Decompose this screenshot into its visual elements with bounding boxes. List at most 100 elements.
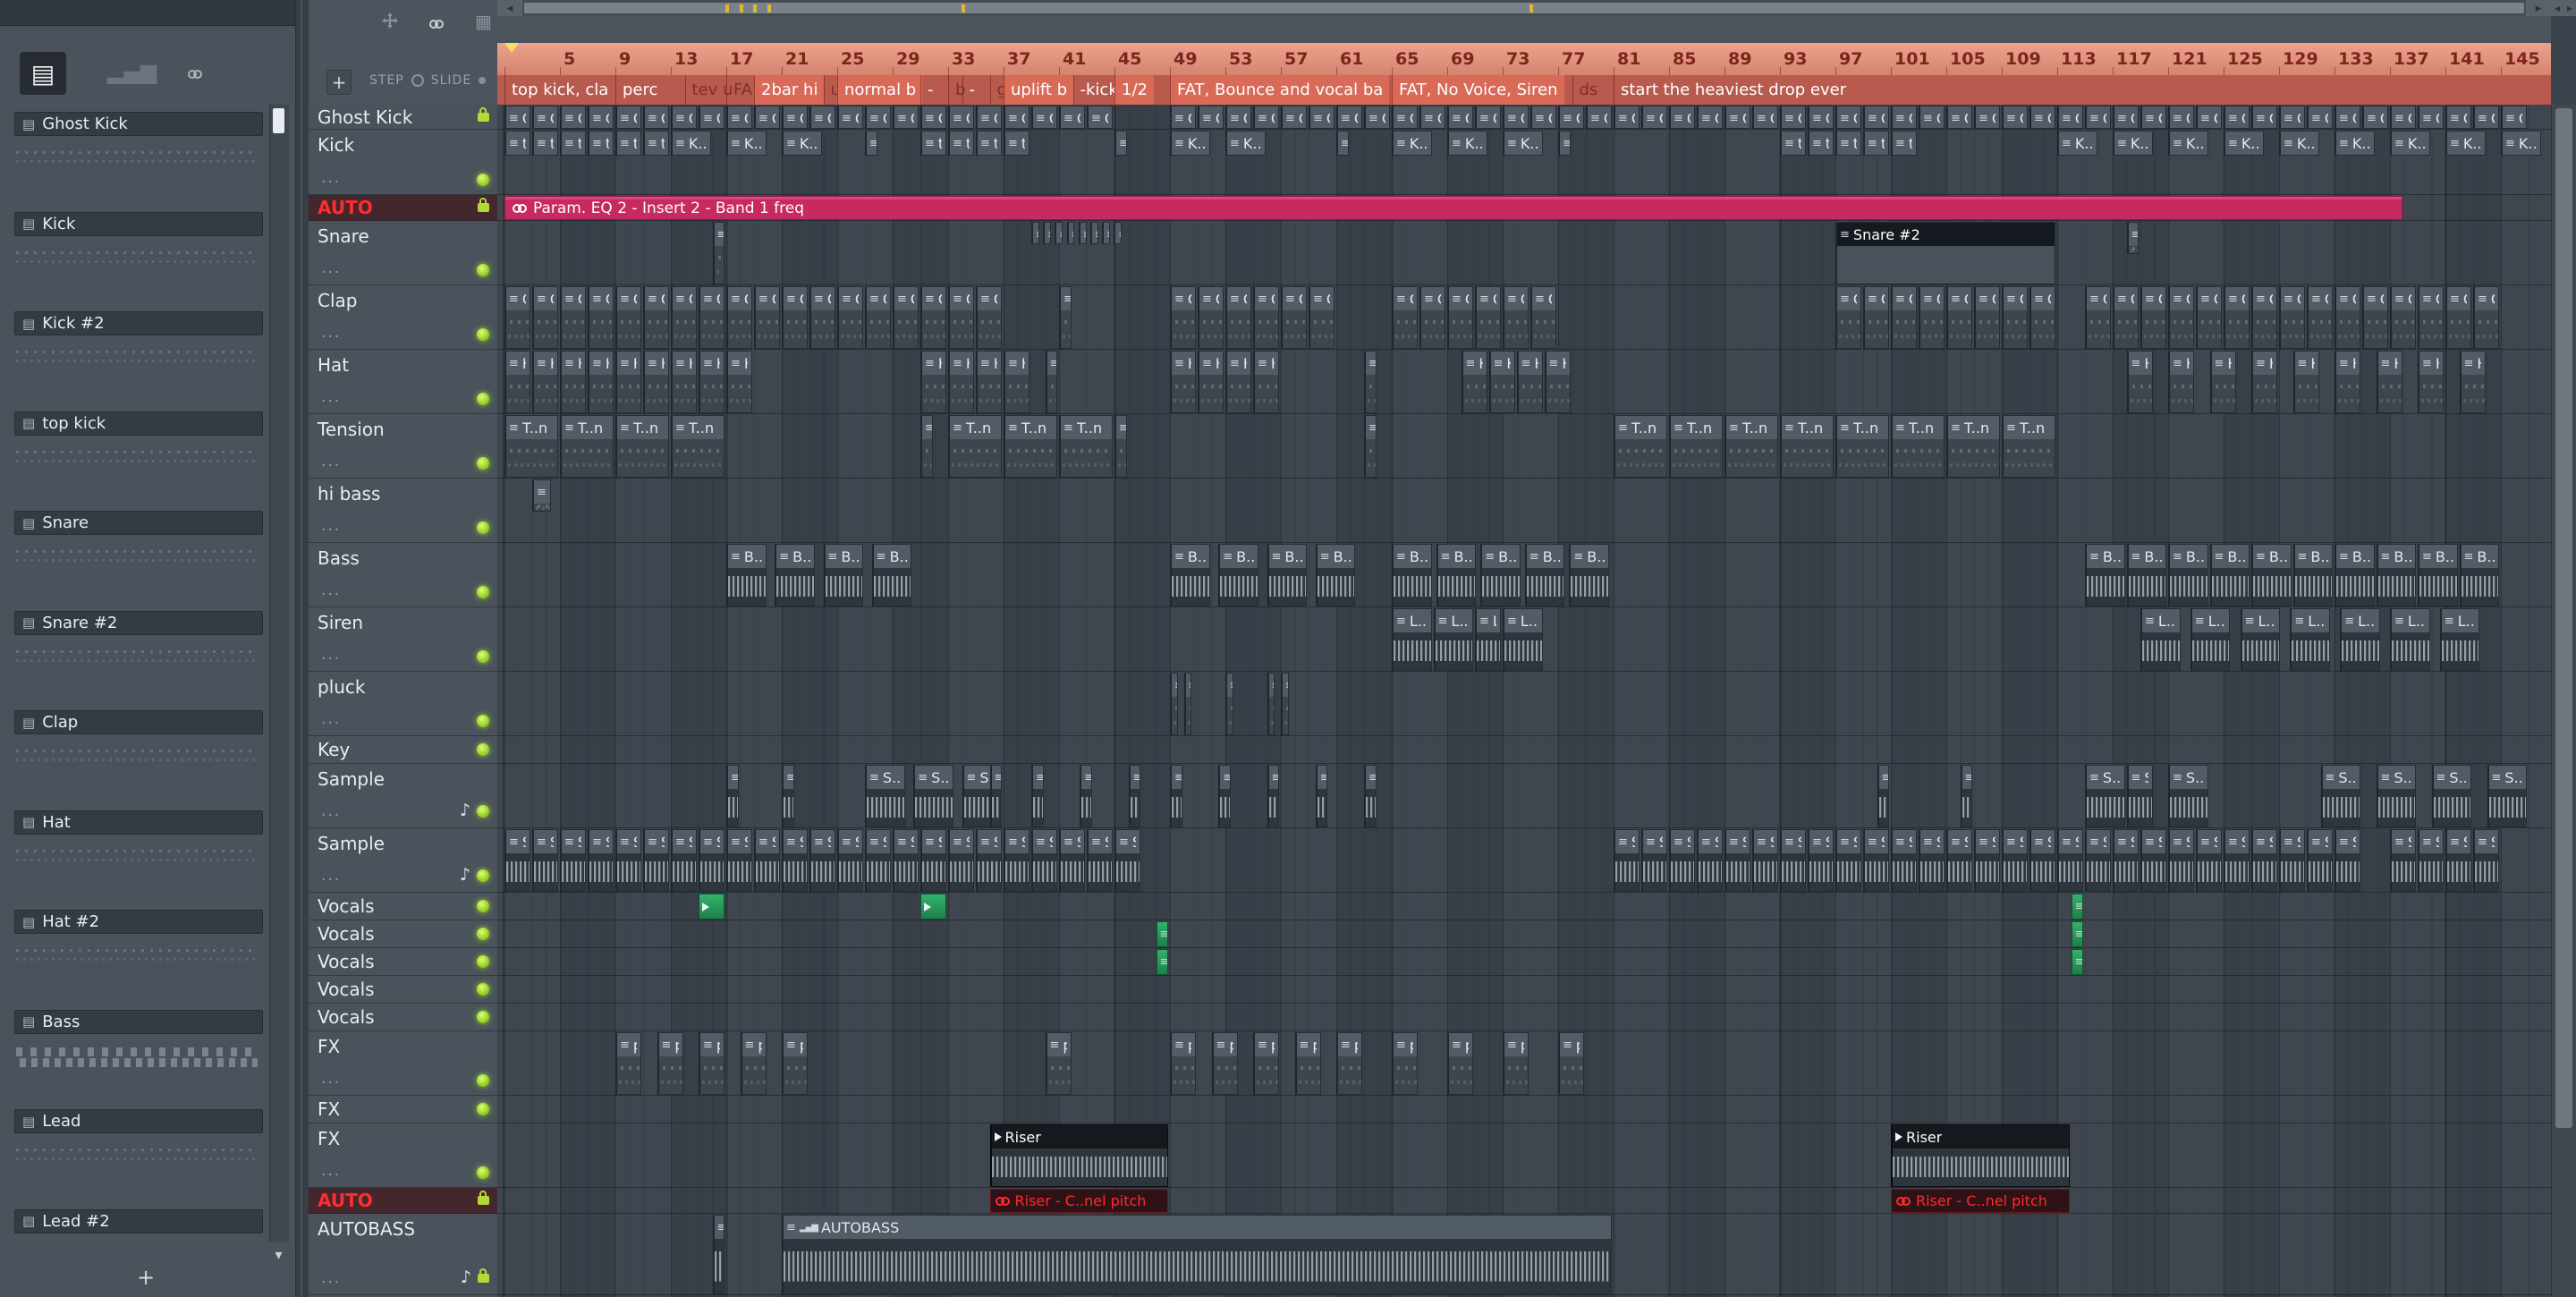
pattern-clip[interactable]: ≡	[1031, 222, 1039, 244]
audio-clip[interactable]: ≡	[712, 1215, 724, 1294]
audio-clip[interactable]: ≡S..e	[865, 829, 891, 892]
track-enable-led[interactable]	[477, 650, 489, 663]
audio-clip[interactable]: ≡B..s	[871, 544, 912, 606]
pattern-clip[interactable]: ≡p..c	[740, 1032, 767, 1095]
picker-item-ghost-kick[interactable]: ▤ Ghost Kick	[14, 112, 263, 136]
audio-clip[interactable]: ≡S..e	[1863, 829, 1889, 892]
picker-item-hat[interactable]: ▤ Hat	[14, 810, 263, 835]
pattern-clip[interactable]: ≡G..	[532, 106, 558, 129]
pattern-clip[interactable]: ≡	[1183, 673, 1192, 735]
pattern-clip[interactable]: ≡ K..	[2113, 131, 2153, 156]
pattern-clip[interactable]: ≡G..	[1835, 106, 1861, 129]
pattern-clip[interactable]: ≡G..	[699, 106, 724, 129]
pattern-clip[interactable]: ≡ T..n	[2002, 415, 2055, 478]
pattern-clip[interactable]: ≡ K..	[1170, 131, 1210, 156]
audio-clip[interactable]: ≡B..s	[2251, 544, 2292, 606]
track-enable-led[interactable]	[477, 1011, 489, 1023]
pattern-clip[interactable]: ≡G..	[1891, 106, 1917, 129]
audio-clip[interactable]: ≡B..s	[1524, 544, 1565, 606]
pattern-clip[interactable]: ≡C..p	[2390, 286, 2416, 349]
song-marker[interactable]: uplift b	[1004, 75, 1074, 105]
pattern-clip[interactable]: ≡C..p	[643, 286, 669, 349]
audio-clip[interactable]: ≡	[1960, 765, 1972, 827]
audio-clip[interactable]: ≡	[1128, 765, 1140, 827]
pattern-clip[interactable]: ≡p..c	[1045, 1032, 1072, 1095]
audio-clip[interactable]	[920, 894, 946, 920]
lock-icon[interactable]	[478, 1191, 489, 1205]
link-icon[interactable]	[429, 15, 444, 32]
song-marker[interactable]: FAT, No Voice, Siren	[1392, 75, 1564, 105]
audio-clip[interactable]: ≡S..e	[1697, 829, 1723, 892]
audio-clip[interactable]: ≡S..e	[2279, 829, 2305, 892]
pattern-clip[interactable]: ≡ K..	[1503, 131, 1543, 156]
pattern-clip[interactable]: ≡G..	[2501, 106, 2527, 129]
pattern-clip[interactable]: ≡t..k	[976, 131, 1002, 156]
pattern-clip[interactable]: ≡t..k	[1835, 131, 1861, 156]
pattern-clip[interactable]: ≡C..p	[837, 286, 863, 349]
pattern-clip[interactable]: ≡G..	[1586, 106, 1612, 129]
pattern-clip[interactable]: ≡G..	[1919, 106, 1945, 129]
pattern-clip[interactable]: ≡p..c	[1211, 1032, 1238, 1095]
audio-clip[interactable]: ≡B..s	[2292, 544, 2333, 606]
track-enable-led[interactable]	[477, 1166, 489, 1179]
audio-clip[interactable]: ≡	[1877, 765, 1889, 827]
pattern-clip[interactable]: ≡	[920, 415, 933, 478]
pattern-clip[interactable]: ≡C..p	[588, 286, 614, 349]
pattern-clip[interactable]: ≡H..	[1488, 351, 1515, 413]
pattern-clip[interactable]: ≡C..p	[504, 286, 530, 349]
pattern-clip[interactable]: ≡G..	[809, 106, 835, 129]
pattern-clip[interactable]: ≡	[1114, 415, 1127, 478]
pattern-clip[interactable]: ≡ T..n	[1724, 415, 1778, 478]
track-enable-led[interactable]	[477, 393, 489, 405]
picker-item-bass[interactable]: ▤ Bass	[14, 1009, 263, 1034]
pattern-clip[interactable]: ≡G..	[1863, 106, 1889, 129]
pattern-clip[interactable]: ≡G..	[1641, 106, 1667, 129]
pattern-clip[interactable]: ≡C..p	[2445, 286, 2471, 349]
audio-clip[interactable]: ≡S..e	[2113, 829, 2139, 892]
pattern-clip[interactable]: ≡	[1336, 131, 1349, 156]
audio-clip[interactable]: ≡S..e	[2418, 829, 2444, 892]
pattern-clip[interactable]: ≡p..c	[1558, 1032, 1584, 1095]
pattern-clip[interactable]: ≡H..	[671, 351, 697, 413]
track-lane-autobass-23[interactable]: ≡≡▂▄▆AUTOBASS	[497, 1214, 2551, 1295]
audio-clip[interactable]: ≡B..s	[1436, 544, 1477, 606]
pattern-clip[interactable]: ≡p..c	[657, 1032, 683, 1095]
track-header-ghost-kick-0[interactable]: Ghost Kick	[309, 105, 497, 130]
audio-clip[interactable]: ≡L..d	[2340, 608, 2380, 671]
pattern-clip[interactable]: ≡	[712, 222, 724, 284]
track-header-fx-21[interactable]: FX...	[309, 1123, 497, 1188]
picker-scrollbar-handle[interactable]	[273, 108, 284, 133]
audio-clip[interactable]: ≡B..s	[726, 544, 767, 606]
picker-item-lead-2[interactable]: ▤ Lead #2	[14, 1208, 263, 1233]
pattern-clip[interactable]: ≡ T..n	[1780, 415, 1834, 478]
pattern-clip[interactable]: ≡H..	[699, 351, 724, 413]
audio-clip[interactable]: ≡S..3	[865, 765, 905, 827]
pattern-clip[interactable]: ≡ K..	[671, 131, 711, 156]
track-lane-snare-3[interactable]: ≡≡≡≡≡≡≡≡≡≡Snare #2≡	[497, 221, 2551, 285]
track-enable-led[interactable]	[477, 264, 489, 276]
pattern-clip[interactable]: ≡G..	[2418, 106, 2444, 129]
pattern-clip[interactable]: ≡ T..n	[1614, 415, 1667, 478]
audio-clip[interactable]: ≡S..3	[2085, 765, 2125, 827]
scroll-right-button[interactable]: ▸	[2526, 0, 2551, 16]
track-header-vocals-18[interactable]: Vocals	[309, 1004, 497, 1031]
song-marker[interactable]: normal b	[837, 75, 923, 105]
audio-clip[interactable]: ≡S..e	[726, 829, 752, 892]
audio-clip[interactable]: ≡B..s	[2085, 544, 2125, 606]
pattern-clip[interactable]: ≡ T..n	[615, 415, 669, 478]
picker-item-lead[interactable]: ▤ Lead	[14, 1109, 263, 1133]
audio-clip[interactable]: ≡B..s	[2168, 544, 2208, 606]
pattern-clip[interactable]: ≡	[1558, 131, 1571, 156]
pattern-clip[interactable]: ≡	[1281, 673, 1289, 735]
pattern-clip[interactable]: ≡G..	[837, 106, 863, 129]
pattern-clip[interactable]: ≡G..	[1475, 106, 1501, 129]
pattern-clip[interactable]: ≡	[1114, 131, 1127, 156]
track-header-siren-9[interactable]: Siren...	[309, 607, 497, 672]
audio-clip[interactable]: ≡S..e	[504, 829, 530, 892]
pattern-clip[interactable]: ≡G..	[2445, 106, 2471, 129]
audio-clip[interactable]: ≡	[2071, 894, 2083, 920]
pattern-clip[interactable]: ≡C..p	[1392, 286, 1418, 349]
audio-clip[interactable]: ≡S..e	[2251, 829, 2277, 892]
pattern-clip[interactable]: ≡p..c	[782, 1032, 808, 1095]
track-header-clap-4[interactable]: Clap...	[309, 285, 497, 350]
